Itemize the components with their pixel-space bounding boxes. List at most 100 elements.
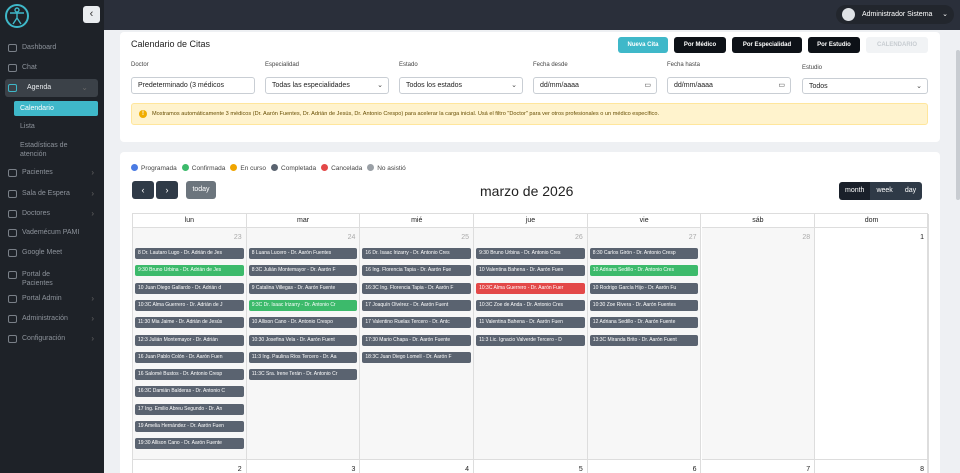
calendar-event[interactable]: 16 Salomé Bustos - Dr. Antonio Cresp [135, 369, 244, 381]
date-to-label: Fecha hasta [667, 62, 701, 68]
calendar-event[interactable]: 10 Adriana Sedillo - Dr. Antonio Cres [589, 265, 699, 277]
calendar-event[interactable]: 16 Juan Pablo Colón - Dr. Aarón Fuen [135, 351, 244, 363]
calendar-event[interactable]: 9:30 Bruno Urbina - Dr. Adrián de Jes [135, 265, 244, 277]
calendar-event[interactable]: 10 Valentina Bahena - Dr. Aarón Fuen [476, 265, 585, 277]
submenu-estadisticas[interactable]: Estadísticas de atención [20, 141, 90, 159]
sidebar-item-agenda[interactable]: Agenda ⌄ [5, 79, 98, 97]
sidebar-item-label: Vademécum PAMI [22, 229, 80, 236]
page-scrollbar[interactable] [956, 50, 960, 200]
submenu-lista[interactable]: Lista [20, 122, 35, 131]
day-cell[interactable]: 28 [701, 228, 816, 459]
calendar-event[interactable]: 13:3C Miranda Brito - Dr. Aarón Fuent [589, 334, 699, 346]
users-icon [8, 169, 17, 177]
day-cell[interactable]: 3 [246, 459, 361, 473]
calendar-event[interactable]: 18:3C Juan Diego Lomelí - Dr. Aarón F [362, 351, 472, 363]
calendar-event[interactable]: 10:30 Josefina Vela - Dr. Aarón Fuent [248, 334, 358, 346]
calendar-icon: ▭ [644, 82, 651, 89]
calendar-event[interactable]: 11:3C Sra. Irene Terán - Dr. Antonio Cr [248, 369, 358, 381]
calendar-event[interactable]: 10 Allison Cano - Dr. Antonio Crespo [248, 317, 358, 329]
calendar-event[interactable]: 11:3 Ing. Paulina Ríos Tercero - Dr. Aa [248, 351, 358, 363]
sidebar-item-vademecum[interactable]: Vademécum PAMI [0, 224, 104, 242]
calendar-event[interactable]: 8 Luana Lucero - Dr. Aarón Fuentes [248, 248, 358, 259]
date-to-value: dd/mm/aaaa [674, 82, 713, 89]
calendar-event[interactable]: 9:3C Dr. Isaac Irizarry - Dr. Antonio Cr [248, 299, 358, 311]
weekday-header: dom [815, 214, 929, 228]
month-view-button[interactable]: month [839, 182, 871, 200]
calendar-event[interactable]: 19 Amelia Hernández - Dr. Aarón Fuen [135, 421, 244, 432]
sidebar-item-administracion[interactable]: Administración › [0, 310, 104, 328]
today-button[interactable]: today [186, 181, 216, 199]
sidebar-item-label: Administración [22, 315, 68, 322]
calendar-event[interactable]: 17 Joaquín Olvérez - Dr. Aarón Fuent [362, 299, 472, 311]
calendar-event[interactable]: 17 Valentino Ruelas Tercero - Dr. Antc [362, 317, 472, 329]
date-to-input[interactable]: dd/mm/aaaa ▭ [667, 77, 791, 94]
by-specialty-button[interactable]: Por Especialidad [732, 37, 802, 53]
collapse-sidebar-button[interactable]: ‹ [83, 6, 100, 23]
calendar-event[interactable]: 10:3C Alma Guerrero - Dr. Adrián de J [135, 299, 244, 311]
day-cell[interactable]: 26 9:30 Bruno Urbina - Dr. Antonio Cres 10… [474, 228, 588, 459]
day-cell[interactable]: 1 [815, 228, 929, 459]
day-cell[interactable]: 23 8 Dr. Lautaro Lugo - Dr. Adrián de Jes… [133, 228, 247, 459]
specialty-select[interactable]: Todas las especialidades ⌄ [265, 77, 389, 94]
day-cell[interactable]: 25 16 Dr. Isaac Irizarry - Dr. Antonio Cr… [360, 228, 475, 459]
sidebar-item-dashboard[interactable]: Dashboard [0, 39, 104, 57]
calendar-event[interactable]: 9:30 Bruno Urbina - Dr. Antonio Cres [476, 248, 585, 259]
sidebar-item-sala-espera[interactable]: Sala de Espera › [0, 185, 104, 203]
calendar-event[interactable]: 12 Adriana Sedillo - Dr. Aarón Fuente [589, 317, 699, 329]
calendar-event[interactable]: 10 Juan Diego Gallardo - Dr. Adrián d [135, 282, 244, 294]
day-number: 28 [802, 234, 811, 241]
sidebar-item-chat[interactable]: Chat [0, 59, 104, 77]
day-cell[interactable]: 7 [701, 459, 816, 473]
calendar-event[interactable]: 8:30 Carlos Girón - Dr. Antonio Cresp [589, 248, 699, 259]
sidebar-item-google-meet[interactable]: Google Meet [0, 244, 104, 262]
calendar-event[interactable]: 9 Catalina Villegas - Dr. Aarón Fuente [248, 282, 358, 294]
status-select[interactable]: Todos los estados ⌄ [399, 77, 523, 94]
week-view-button[interactable]: week [870, 182, 899, 200]
day-cell[interactable]: 4 [360, 459, 475, 473]
day-cell[interactable]: 5 [474, 459, 588, 473]
sidebar-item-portal-pacientes[interactable]: Portal de Pacientes [0, 266, 80, 292]
calendar-event[interactable]: 16:3C Damián Balderas - Dr. Antonio C [135, 386, 244, 398]
day-cell[interactable]: 2 [133, 459, 247, 473]
chevron-right-icon: › [91, 168, 94, 177]
calendar-event[interactable]: 10:30 Zoe Rivera - Dr. Aarón Fuentes [589, 299, 699, 311]
sidebar-item-pacientes[interactable]: Pacientes › [0, 164, 104, 182]
study-select[interactable]: Todos ⌄ [802, 78, 928, 94]
date-from-input[interactable]: dd/mm/aaaa ▭ [533, 77, 657, 94]
calendar-event[interactable]: 16 Ing. Florencia Tapia - Dr. Aarón Fue [362, 265, 472, 277]
user-icon [8, 271, 17, 279]
day-cell[interactable]: 27 8:30 Carlos Girón - Dr. Antonio Cresp 1… [587, 228, 702, 459]
prev-month-button[interactable]: ‹ [132, 181, 154, 199]
day-cell[interactable]: 24 8 Luana Lucero - Dr. Aarón Fuentes 8:3C… [246, 228, 361, 459]
calendar-event[interactable]: 8:3C Julián Montemayor - Dr. Aarón F [248, 265, 358, 277]
day-number: 4 [465, 466, 470, 473]
calendar-event[interactable]: 12:3 Julián Montemayor - Dr. Adrián [135, 334, 244, 346]
day-cell[interactable]: 6 [587, 459, 702, 473]
user-menu[interactable]: Administrador Sistema ⌄ [836, 5, 954, 24]
calendar-event[interactable]: 16:3C Ing. Florencia Tapia - Dr. Aarón F [362, 282, 472, 294]
by-doctor-button[interactable]: Por Médico [674, 37, 726, 53]
sidebar-item-doctores[interactable]: Doctores › [0, 205, 104, 223]
new-appointment-button[interactable]: Nueva Cita [618, 37, 668, 53]
calendar-event[interactable]: 8 Dr. Lautaro Lugo - Dr. Adrián de Jes [135, 248, 244, 259]
calendar-event[interactable]: 10 Rodrigo García Hijo - Dr. Aarón Fu [589, 282, 699, 294]
calendar-event[interactable]: 11:3 Lic. Ignacio Valverde Tercero - D [476, 334, 585, 346]
calendar-event[interactable]: 16 Dr. Isaac Irizarry - Dr. Antonio Cres [362, 248, 472, 259]
day-view-button[interactable]: day [898, 182, 923, 200]
calendar-event[interactable]: 10:3C Alma Guerrero - Dr. Aarón Fuer [476, 282, 585, 294]
calendar-event[interactable]: 17 Ing. Emilio Abreu Segundo - Dr. An [135, 403, 244, 415]
calendar-event[interactable]: 11 Valentina Bahena - Dr. Aarón Fuen [476, 317, 585, 329]
by-study-button[interactable]: Por Estudio [808, 37, 860, 53]
sidebar-item-configuracion[interactable]: Configuración › [0, 330, 104, 348]
sidebar-item-portal-admin[interactable]: Portal Admin › [0, 290, 104, 308]
submenu-calendario[interactable]: Calendario [14, 101, 98, 116]
doctor-select[interactable]: Predeterminado (3 médicos [131, 77, 255, 94]
day-number: 25 [461, 234, 470, 241]
calendar-event[interactable]: 19:30 Allison Cano - Dr. Aarón Fuente [135, 438, 244, 450]
day-cell[interactable]: 8 [815, 459, 929, 473]
day-number: 2 [237, 466, 242, 473]
calendar-event[interactable]: 10:3C Zoe de Anda - Dr. Antonio Cres [476, 299, 585, 311]
calendar-event[interactable]: 11:30 Mia Jaime - Dr. Adrián de Jesús [135, 317, 244, 329]
calendar-event[interactable]: 17:30 Mario Chapa - Dr. Aarón Fuente [362, 334, 472, 346]
next-month-button[interactable]: › [156, 181, 178, 199]
